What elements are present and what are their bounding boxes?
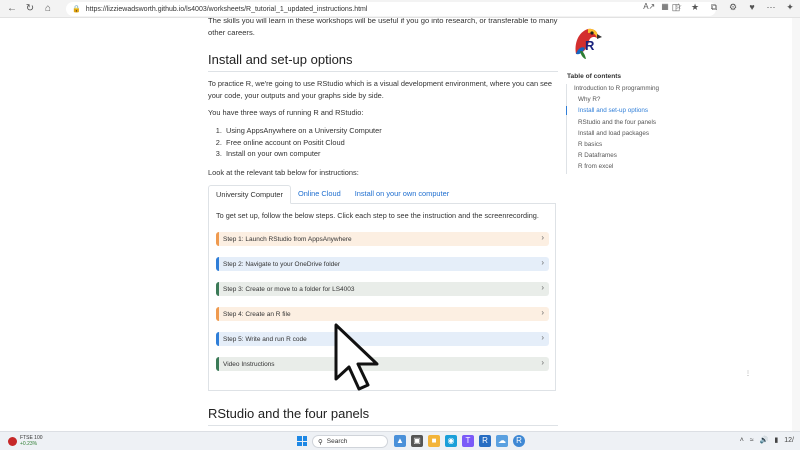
speaker-icon[interactable]: 🔊 (760, 436, 769, 444)
install-heading: Install and set-up options (208, 52, 558, 72)
lock-icon[interactable]: 🔒 (72, 5, 81, 13)
table-of-contents: Introduction to R programming Why R? Ins… (566, 84, 676, 174)
refresh-icon[interactable]: ↻ (21, 0, 39, 18)
tab-install-own-computer[interactable]: Install on your own computer (348, 185, 456, 204)
address-bar[interactable]: 🔒 https://lizziewadsworth.github.io/ls40… (66, 2, 716, 16)
stock-trend-icon (8, 436, 17, 446)
rstudio-app-icon[interactable]: R (513, 435, 525, 447)
rstudio-panels-heading: RStudio and the four panels (208, 406, 558, 426)
toc-item-r-from-excel[interactable]: R from excel (567, 162, 676, 171)
app-available-icon[interactable]: ▦ (661, 2, 669, 11)
chevron-right-icon: › (541, 258, 544, 267)
intro-paragraph: The skills you will learn in these works… (208, 18, 558, 37)
split-screen-icon[interactable]: ◫ (670, 2, 682, 13)
panel-instructions: To get set up, follow the below steps. C… (216, 211, 539, 220)
toc-item-r-dataframes[interactable]: R Dataframes (567, 151, 676, 160)
step-2-accordion[interactable]: Step 2: Navigate to your OneDrive folder… (216, 257, 549, 271)
task-view-icon[interactable]: ▣ (411, 435, 423, 447)
ticker-change: +0.23% (20, 441, 38, 447)
toc-item-install-options[interactable]: Install and set-up options (566, 106, 676, 116)
option-item: Install on your own computer (224, 148, 382, 160)
tab-university-computer[interactable]: University Computer (208, 185, 291, 204)
toc-title: Table of contents (567, 73, 622, 80)
options-intro: You have three ways of running R and RSt… (208, 108, 364, 117)
teams-app-icon[interactable]: T (462, 435, 474, 447)
step-4-accordion[interactable]: Step 4: Create an R file › (216, 307, 549, 321)
more-options-icon[interactable]: ⋮ (745, 370, 751, 377)
shopping-icon[interactable]: ♥ (746, 2, 758, 13)
toc-item-install-packages[interactable]: Install and load packages (567, 129, 676, 138)
tab-bar: University Computer Online Cloud Install… (208, 185, 556, 204)
scrollbar[interactable] (792, 18, 800, 431)
step-label: Video Instructions (223, 360, 275, 368)
chevron-right-icon: › (541, 333, 544, 342)
chevron-up-icon[interactable]: ˄ (740, 437, 744, 444)
windows-taskbar: FTSE 100 +0.23% ⚲ Search ▲ ▣ ■ ◉ T R ☁ R… (0, 431, 800, 450)
stock-widget[interactable]: FTSE 100 +0.23% (8, 435, 43, 447)
menu-icon[interactable]: ⋯ (765, 2, 777, 13)
edge-browser-icon[interactable]: ◉ (445, 435, 457, 447)
home-icon[interactable]: ⌂ (39, 0, 57, 18)
file-explorer-icon[interactable]: ■ (428, 435, 440, 447)
taskbar-search[interactable]: ⚲ Search (312, 435, 388, 448)
search-label: Search (326, 438, 348, 445)
toc-item-r-basics[interactable]: R basics (567, 140, 676, 149)
step-label: Step 4: Create an R file (223, 310, 291, 318)
step-label: Step 5: Write and run R code (223, 335, 307, 343)
step-1-accordion[interactable]: Step 1: Launch RStudio from AppsAnywhere… (216, 232, 549, 246)
tab-instruction: Look at the relevant tab below for instr… (208, 168, 359, 177)
windows-start-icon[interactable] (297, 436, 307, 446)
copilot-icon[interactable]: ✦ (784, 2, 796, 13)
chevron-right-icon: › (541, 358, 544, 367)
tab-online-cloud[interactable]: Online Cloud (291, 185, 348, 204)
clock[interactable]: 12/ (784, 437, 794, 444)
favorites-icon[interactable]: ★ (689, 2, 701, 13)
main-content: The skills you will learn in these works… (208, 18, 558, 426)
toc-item-rstudio-panels[interactable]: RStudio and the four panels (567, 118, 676, 127)
option-item: Using AppsAnywhere on a University Compu… (224, 125, 382, 137)
r-app-icon[interactable]: R (479, 435, 491, 447)
parrot-logo-icon: R (568, 24, 604, 60)
chevron-right-icon: › (541, 233, 544, 242)
chevron-right-icon: › (541, 308, 544, 317)
option-item: Free online account on Positit Cloud (224, 137, 382, 149)
options-list: Using AppsAnywhere on a University Compu… (216, 125, 382, 160)
step-label: Step 1: Launch RStudio from AppsAnywhere (223, 235, 352, 243)
wifi-icon[interactable]: ≈ (750, 437, 754, 444)
step-label: Step 3: Create or move to a folder for L… (223, 285, 355, 293)
search-icon: ⚲ (318, 438, 323, 446)
collections-icon[interactable]: ⧉ (708, 2, 720, 13)
browser-toolbar: ← ↻ ⌂ 🔒 https://lizziewadsworth.github.i… (0, 0, 800, 18)
widgets-app-icon[interactable]: ▲ (394, 435, 406, 447)
step-label: Step 2: Navigate to your OneDrive folder (223, 260, 341, 268)
install-paragraph: To practice R, we're going to use RStudi… (208, 79, 553, 100)
toc-item-introduction[interactable]: Introduction to R programming (567, 84, 676, 93)
url-text: https://lizziewadsworth.github.io/ls4003… (85, 5, 368, 13)
svg-text:R: R (585, 38, 595, 53)
read-aloud-icon[interactable]: A↗ (643, 2, 655, 11)
battery-icon[interactable]: ▮ (774, 436, 778, 444)
extensions-icon[interactable]: ⚙ (727, 2, 739, 13)
cloud-app-icon[interactable]: ☁ (496, 435, 508, 447)
chevron-right-icon: › (541, 283, 544, 292)
step-3-accordion[interactable]: Step 3: Create or move to a folder for L… (216, 282, 549, 296)
back-arrow-icon[interactable]: ← (3, 0, 21, 18)
mouse-pointer-icon (334, 323, 379, 391)
toc-item-why-r[interactable]: Why R? (567, 95, 676, 104)
page-viewport: The skills you will learn in these works… (0, 18, 800, 431)
